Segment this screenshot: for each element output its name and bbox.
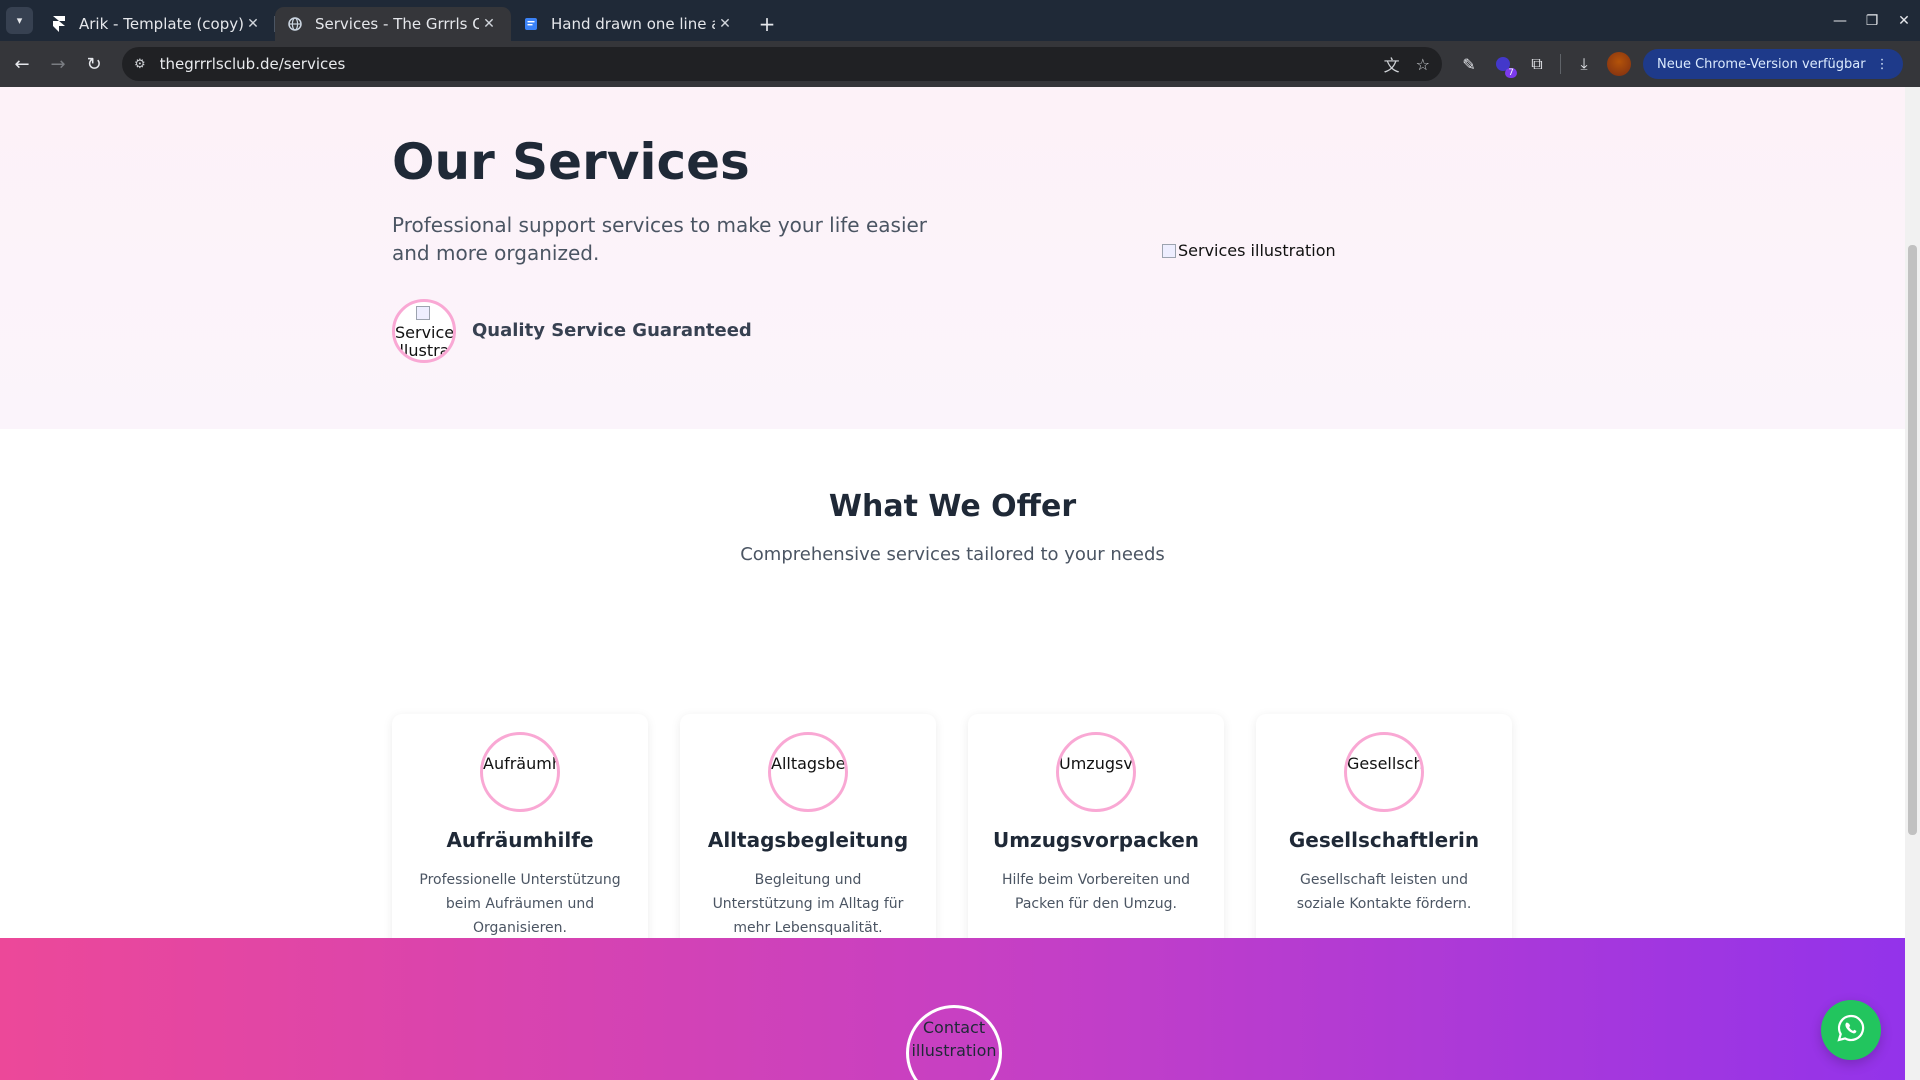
update-label: Neue Chrome-Version verfügbar	[1657, 56, 1866, 72]
extension-icon[interactable]: 7	[1486, 47, 1520, 81]
bookmark-star-icon[interactable]: ☆	[1416, 55, 1430, 74]
new-tab-icon[interactable]: +	[753, 7, 781, 41]
page-title: Our Services	[392, 133, 750, 191]
card-image: Alltagsbeg	[768, 732, 848, 812]
url-text: thegrrrlsclub.de/services	[159, 55, 346, 73]
offer-subtitle: Comprehensive services tailored to your …	[740, 544, 1165, 565]
update-chrome-button[interactable]: Neue Chrome-Version verfügbar ⋮	[1643, 49, 1903, 79]
page-viewport: Our Services Professional support servic…	[0, 87, 1905, 1080]
services-illustration-image: Services illustration	[1162, 241, 1336, 260]
card-description: Hilfe beim Vorbereiten und Packen für de…	[1001, 872, 1191, 912]
broken-image-icon	[416, 306, 430, 320]
tab-title: Arik - Template (copy) – F	[79, 15, 243, 33]
broken-image-icon	[1162, 243, 1176, 258]
download-icon[interactable]: ⤓	[1567, 47, 1601, 81]
globe-icon	[287, 16, 303, 32]
browser-tabstrip: ▾ Arik - Template (copy) – F ✕ Services …	[0, 0, 1920, 41]
site-settings-icon[interactable]: ⚙	[134, 57, 146, 72]
card-description: Gesellschaft leisten und soziale Kontakt…	[1296, 872, 1472, 912]
pen-icon[interactable]: ✎	[1452, 47, 1486, 81]
profile-avatar[interactable]	[1607, 52, 1631, 76]
extension-badge: 7	[1505, 68, 1517, 78]
card-image: Umzugsvo	[1056, 732, 1136, 812]
address-bar[interactable]: ⚙ thegrrrlsclub.de/services 文 ☆	[122, 47, 1442, 81]
offer-title: What We Offer	[828, 489, 1077, 524]
card-title: Aufräumhilfe	[446, 828, 594, 852]
whatsapp-icon	[1836, 1013, 1866, 1047]
card-description: Professionelle Unterstützung beim Aufräu…	[419, 872, 621, 936]
tab-close-icon[interactable]: ✕	[715, 16, 735, 32]
tab-close-icon[interactable]: ✕	[479, 16, 499, 32]
card-title: Alltagsbegleitung	[707, 828, 909, 852]
quality-badge-text: Quality Service Guaranteed	[472, 320, 752, 341]
scrollbar-thumb[interactable]	[1908, 245, 1917, 835]
framer-icon	[51, 16, 67, 32]
page-scrollbar[interactable]	[1905, 87, 1920, 1080]
more-menu-icon: ⋮	[1875, 56, 1889, 72]
tab-title: Hand drawn one line art	[551, 15, 715, 33]
tab-arik-template[interactable]: Arik - Template (copy) – F ✕	[39, 7, 275, 41]
translate-icon[interactable]: 文	[1384, 52, 1400, 76]
card-image: Gesellscha	[1344, 732, 1424, 812]
forward-icon[interactable]: →	[40, 46, 76, 82]
service-card-alltagsbegleitung[interactable]: Alltagsbeg Alltagsbegleitung Begleitung …	[680, 714, 936, 960]
tab-title: Services - The Grrrls Club	[315, 15, 479, 33]
close-window-icon[interactable]: ✕	[1888, 13, 1920, 29]
hero-subtitle: Professional support services to make yo…	[392, 213, 928, 265]
whatsapp-button[interactable]	[1821, 1000, 1881, 1060]
card-title: Umzugsvorpacken	[992, 828, 1200, 852]
service-card-umzugsvorpacken[interactable]: Umzugsvo Umzugsvorpacken Hilfe beim Vorb…	[968, 714, 1224, 960]
card-title: Gesellschaftlerin	[1288, 828, 1480, 852]
minimize-icon[interactable]: —	[1824, 13, 1856, 29]
tab-close-icon[interactable]: ✕	[243, 16, 263, 32]
tab-hand-drawn[interactable]: Hand drawn one line art ✕	[511, 7, 747, 41]
service-card-gesellschaftlerin[interactable]: Gesellscha Gesellschaftlerin Gesellschaf…	[1256, 714, 1512, 960]
back-icon[interactable]: ←	[4, 46, 40, 82]
service-illustration-image: Service illustration	[392, 299, 456, 363]
service-card-aufraeumhilfe[interactable]: Aufräumh Aufräumhilfe Professionelle Unt…	[392, 714, 648, 960]
card-description: Begleitung und Unterstützung im Alltag f…	[712, 872, 904, 936]
puzzle-icon[interactable]: ⧉	[1520, 47, 1554, 81]
card-image: Aufräumh	[480, 732, 560, 812]
restore-icon[interactable]: ❐	[1856, 13, 1888, 29]
tab-search-icon[interactable]: ▾	[6, 7, 33, 34]
window-controls: — ❐ ✕	[1824, 0, 1920, 41]
tab-services[interactable]: Services - The Grrrls Club ✕	[275, 7, 511, 41]
hero-section: Our Services Professional support servic…	[0, 87, 1905, 429]
browser-toolbar: ← → ↻ ⚙ thegrrrlsclub.de/services 文 ☆ ✎ …	[0, 41, 1920, 87]
doc-icon	[523, 16, 539, 32]
reload-icon[interactable]: ↻	[76, 46, 112, 82]
